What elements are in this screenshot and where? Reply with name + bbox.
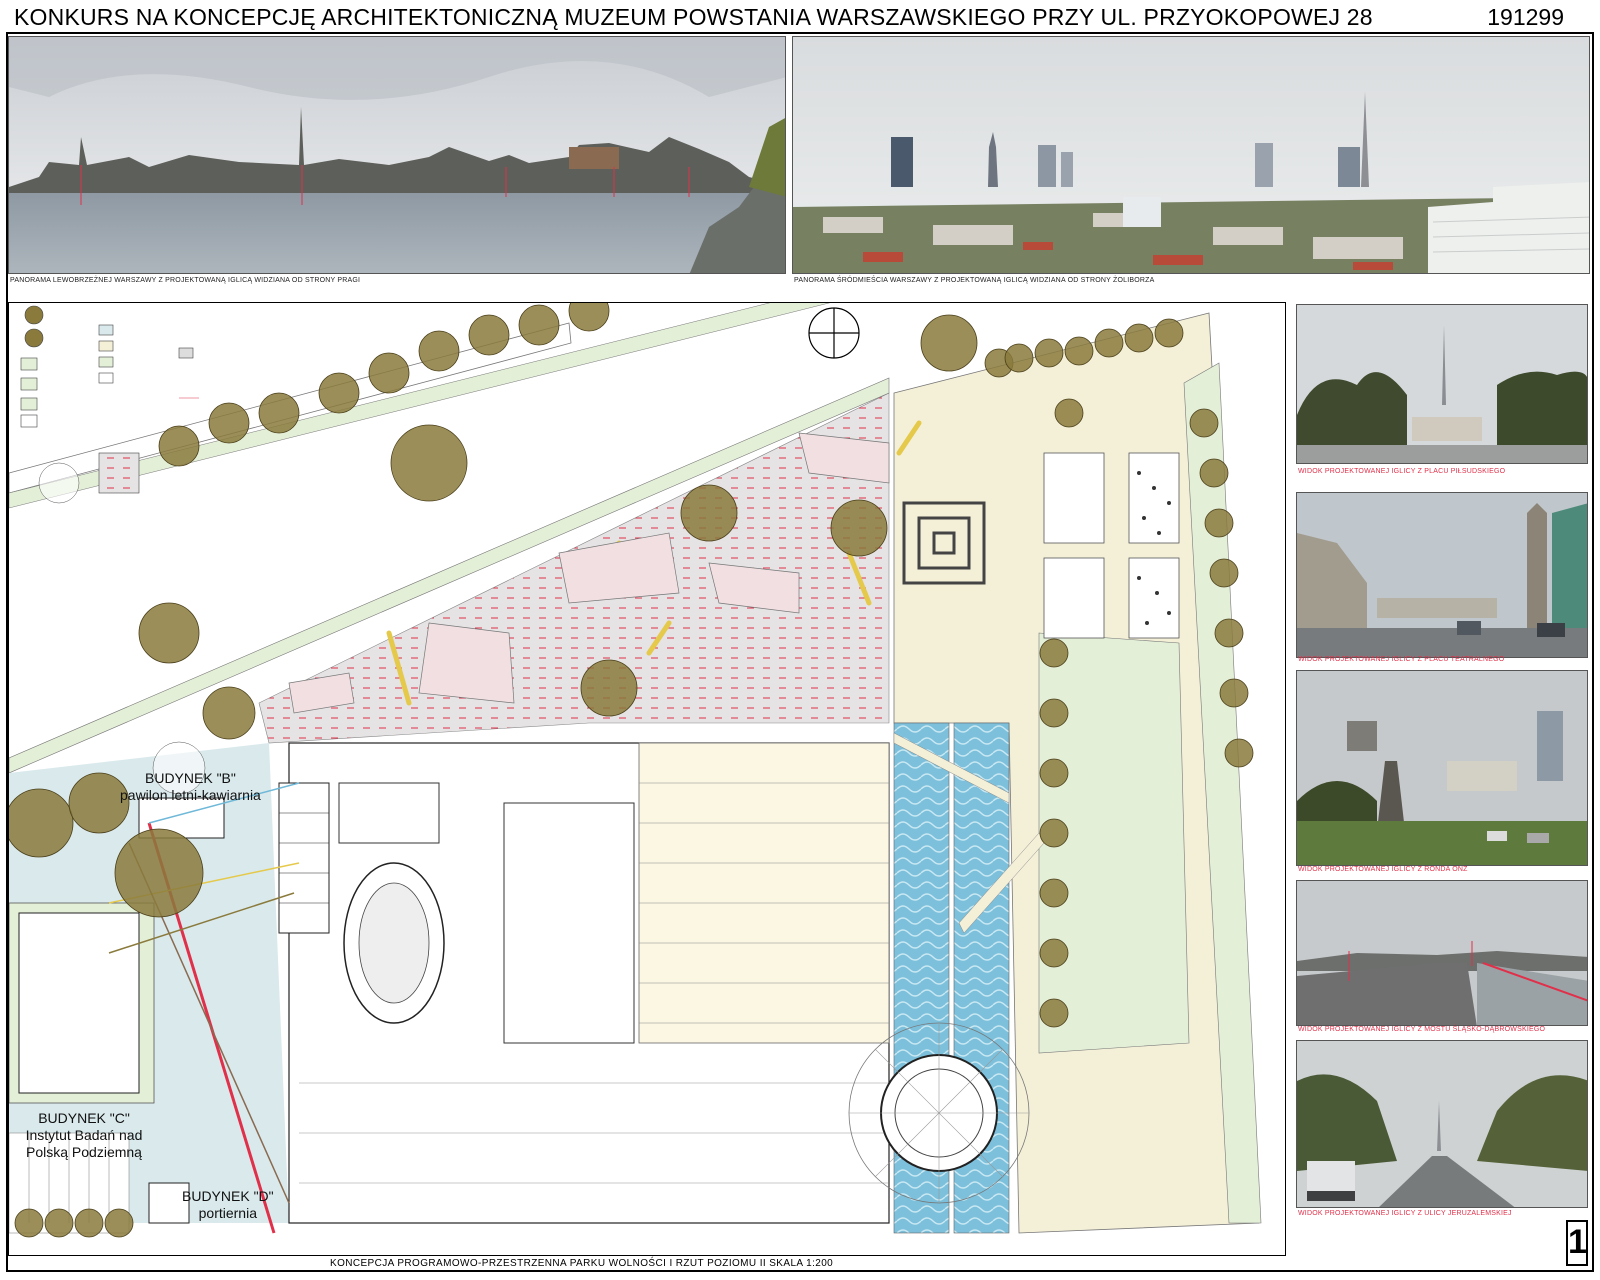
panorama-right-photo bbox=[792, 36, 1590, 274]
panorama-left-photo bbox=[8, 36, 786, 274]
view-image-3 bbox=[1297, 671, 1587, 865]
view-caption-2: WIDOK PROJEKTOWANEJ IGLICY Z PLACU TEATR… bbox=[1298, 656, 1505, 663]
building-d-label: BUDYNEK "D" portiernia bbox=[182, 1188, 274, 1222]
building-c-desc-1: Instytut Badań nad bbox=[25, 1127, 143, 1143]
panorama-right-caption: PANORAMA ŚRÓDMIEŚCIA WARSZAWY Z PROJEKTO… bbox=[794, 277, 1155, 284]
sheet-title: KONKURS NA KONCEPCJĘ ARCHITEKTONICZNĄ MU… bbox=[14, 4, 1373, 30]
view-image-5 bbox=[1297, 1041, 1587, 1207]
entry-code: 191299 bbox=[1487, 4, 1564, 30]
building-b-desc: pawilon letni-kawiarnia bbox=[120, 787, 261, 803]
view-caption-4: WIDOK PROJEKTOWANEJ IGLICY Z MOSTU ŚLĄSK… bbox=[1298, 1026, 1546, 1033]
view-image-2 bbox=[1297, 493, 1587, 657]
view-caption-5: WIDOK PROJEKTOWANEJ IGLICY Z ULICY JERUZ… bbox=[1298, 1210, 1512, 1217]
panorama-right-image bbox=[793, 37, 1589, 273]
sheet-number: 1 bbox=[1566, 1220, 1588, 1266]
panorama-left-image bbox=[9, 37, 785, 273]
view-image-4 bbox=[1297, 881, 1587, 1025]
view-caption-3: WIDOK PROJEKTOWANEJ IGLICY Z RONDA ONZ bbox=[1298, 866, 1468, 873]
view-photo-5 bbox=[1296, 1040, 1588, 1208]
panorama-left-caption: PANORAMA LEWOBRZEŻNEJ WARSZAWY Z PROJEKT… bbox=[10, 277, 361, 284]
building-b-label: BUDYNEK "B" pawilon letni-kawiarnia bbox=[120, 770, 261, 804]
plan-caption: KONCEPCJA PROGRAMOWO-PRZESTRZENNA PARKU … bbox=[330, 1258, 834, 1269]
view-photo-3 bbox=[1296, 670, 1588, 866]
view-photo-2 bbox=[1296, 492, 1588, 658]
building-c-name: BUDYNEK "C" bbox=[38, 1110, 130, 1126]
building-c-label: BUDYNEK "C" Instytut Badań nad Polską Po… bbox=[14, 1110, 154, 1161]
view-photo-4 bbox=[1296, 880, 1588, 1026]
building-d-desc: portiernia bbox=[198, 1205, 257, 1221]
building-b-name: BUDYNEK "B" bbox=[145, 770, 236, 786]
view-image-1 bbox=[1297, 305, 1587, 463]
view-caption-1: WIDOK PROJEKTOWANEJ IGLICY Z PLACU PIŁSU… bbox=[1298, 468, 1506, 475]
building-c-desc-2: Polską Podziemną bbox=[26, 1144, 142, 1160]
building-d-name: BUDYNEK "D" bbox=[182, 1188, 274, 1204]
view-photo-1 bbox=[1296, 304, 1588, 464]
